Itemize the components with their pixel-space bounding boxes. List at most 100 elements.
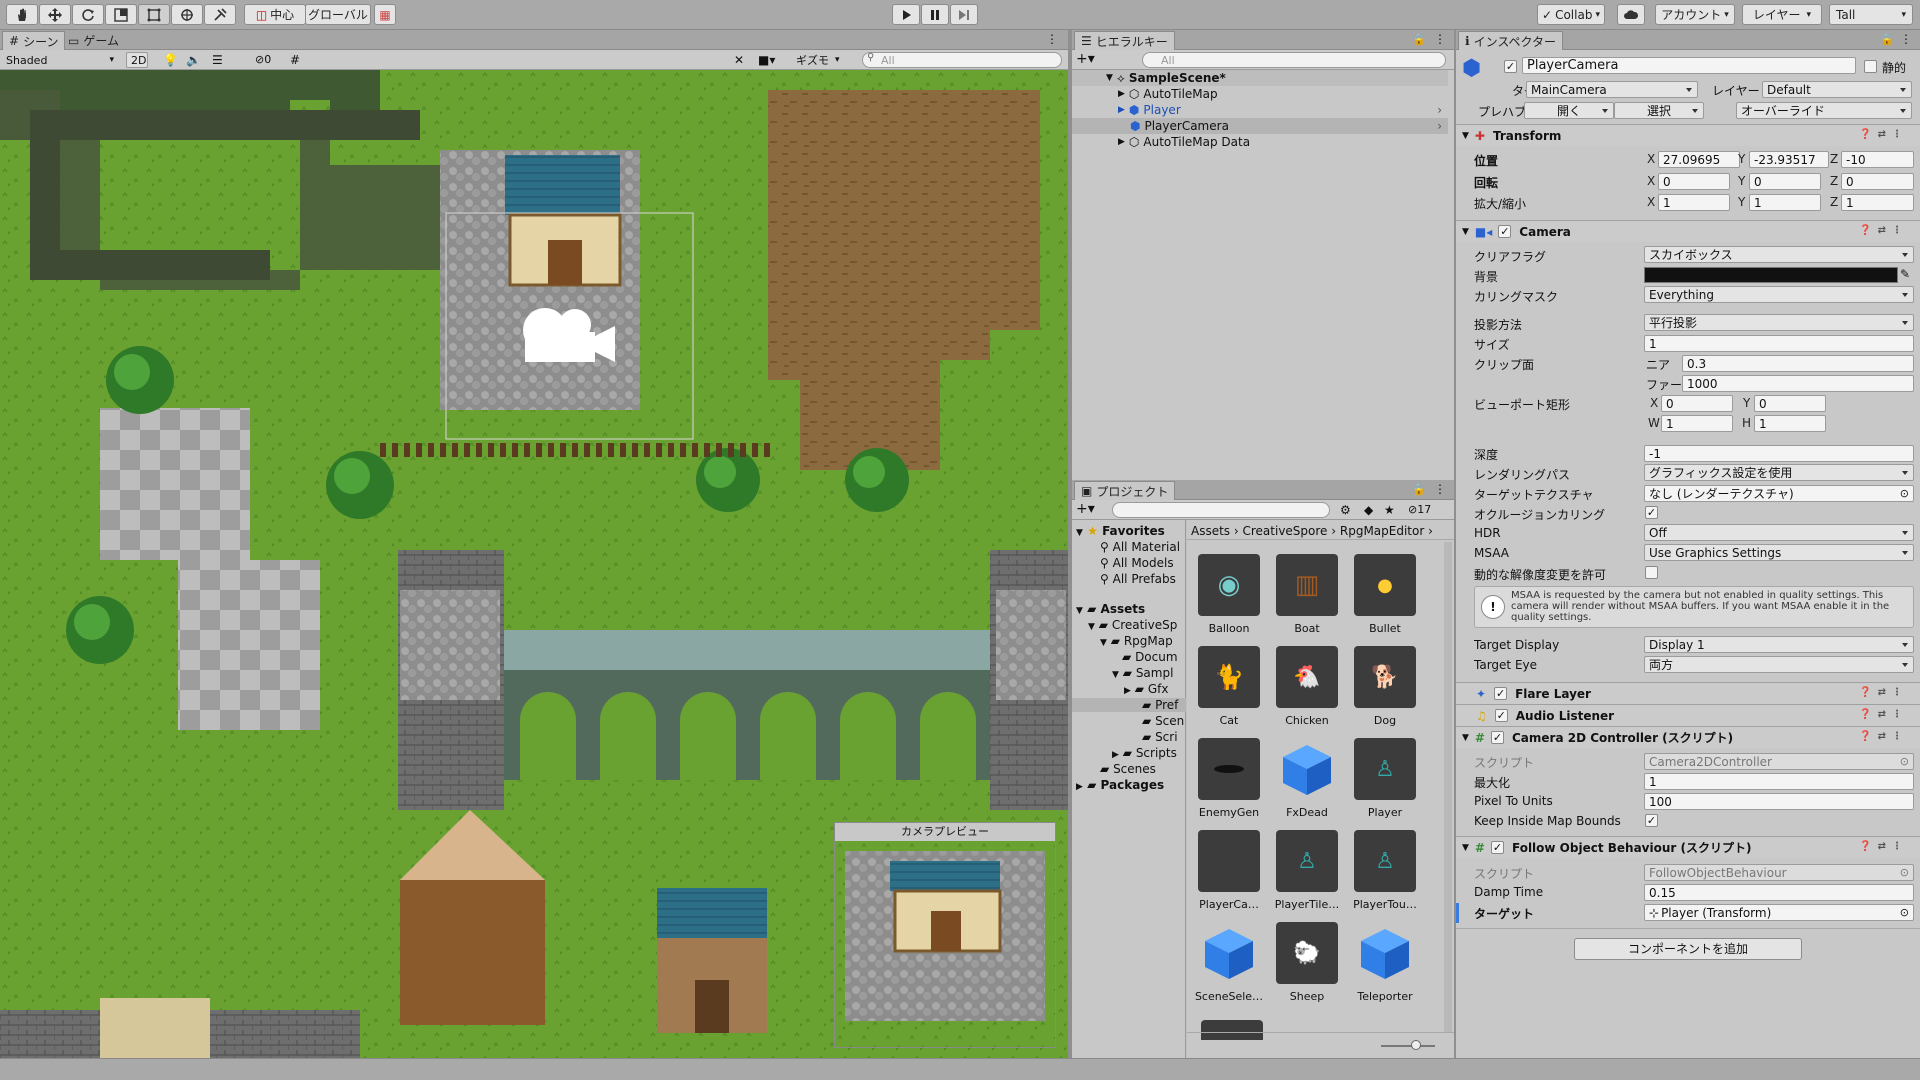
move-tool-icon[interactable] (39, 4, 71, 25)
folder-row-selected[interactable]: ▰ Pref (1072, 698, 1186, 712)
favorite-item[interactable]: ⚲ All Material (1100, 540, 1180, 554)
component-actions-icon[interactable]: ❓⇄⋮ (1859, 709, 1908, 720)
pixel-to-units-field[interactable]: 100 (1644, 793, 1914, 810)
eyedropper-icon[interactable]: ✎ (1900, 267, 1910, 281)
layers-dropdown[interactable]: レイヤー ▾ (1742, 4, 1822, 25)
size-field[interactable]: 1 (1644, 335, 1914, 352)
asset-item[interactable]: ♙ Player (1349, 738, 1421, 828)
prefab-select-button[interactable]: 選択 (1614, 102, 1704, 119)
audio-icon[interactable]: 🔈 (186, 53, 201, 67)
asset-scrollbar[interactable] (1444, 542, 1452, 1032)
asset-item[interactable]: PlayerCa… (1193, 830, 1265, 920)
rendering-path-dropdown[interactable]: グラフィックス設定を使用 (1644, 464, 1914, 481)
lock-icon[interactable]: 🔒 (1412, 483, 1426, 496)
tab-inspector[interactable]: ℹ インスペクター (1458, 31, 1564, 50)
viewport-h-field[interactable]: 1 (1754, 415, 1826, 432)
project-search-input[interactable] (1112, 502, 1330, 518)
favorite-item[interactable]: ⚲ All Models (1100, 556, 1174, 570)
asset-item[interactable]: 🐔 Chicken (1271, 646, 1343, 736)
audio-listener-header[interactable]: ♫ ✓ Audio Listener ❓⇄⋮ (1456, 704, 1920, 726)
viewport-x-field[interactable]: 0 (1661, 395, 1733, 412)
rotation-y-field[interactable]: 0 (1749, 173, 1821, 190)
slider-handle[interactable] (1411, 1040, 1421, 1050)
tab-scene[interactable]: # シーン (2, 31, 66, 50)
folder-row[interactable]: ▼ ▰ CreativeSp (1088, 618, 1177, 632)
collab-dropdown[interactable]: ✓ Collab ▾ (1537, 4, 1605, 25)
rotation-x-field[interactable]: 0 (1658, 173, 1730, 190)
position-x-field[interactable]: 27.09695 (1658, 151, 1740, 168)
active-checkbox[interactable]: ✓ (1504, 60, 1517, 73)
transform-tool-icon[interactable] (171, 4, 203, 25)
scene-search-input[interactable]: All (862, 52, 1062, 68)
grid-icon[interactable]: # (290, 53, 300, 67)
lighting-icon[interactable]: 💡 (163, 53, 178, 67)
object-picker-icon[interactable]: ⊙ (1900, 487, 1909, 500)
folder-row[interactable]: ▶ ▰ Gfx (1124, 682, 1168, 696)
viewport-y-field[interactable]: 0 (1754, 395, 1826, 412)
target-eye-dropdown[interactable]: 両方 (1644, 656, 1914, 673)
folder-row[interactable]: ▰ Scri (1142, 730, 1178, 744)
folder-row[interactable]: ▶ ▰ Scripts (1112, 746, 1177, 760)
account-dropdown[interactable]: アカウント ▾ (1655, 4, 1735, 25)
culling-mask-dropdown[interactable]: Everything (1644, 286, 1914, 303)
lock-icon[interactable]: 🔒 (1880, 33, 1894, 46)
layer-dropdown[interactable]: Default (1762, 81, 1912, 98)
filter-label-icon[interactable]: ◆ (1364, 503, 1373, 517)
scale-tool-icon[interactable] (105, 4, 137, 25)
position-y-field[interactable]: -23.93517 (1749, 151, 1829, 168)
project-menu-icon[interactable]: ⋮ (1434, 482, 1446, 496)
component-actions-icon[interactable]: ❓⇄⋮ (1859, 687, 1908, 698)
thumbnail-size-slider[interactable] (1381, 1045, 1435, 1047)
background-color-swatch[interactable] (1644, 267, 1898, 283)
asset-item[interactable]: ● Bullet (1349, 554, 1421, 644)
tab-game[interactable]: ▭ ゲーム (62, 31, 125, 50)
folder-row[interactable]: ▼ ▰ Sampl (1112, 666, 1173, 680)
hierarchy-search-input[interactable]: All (1142, 52, 1446, 68)
inspector-menu-icon[interactable]: ⋮ (1900, 32, 1912, 46)
asset-item[interactable]: EnemyGen (1193, 738, 1265, 828)
msaa-dropdown[interactable]: Use Graphics Settings (1644, 544, 1914, 561)
assets-root-row[interactable]: ▼ ▰ Assets (1076, 602, 1145, 616)
layout-dropdown[interactable]: Tall ▾ (1829, 4, 1913, 25)
hidden-objects-toggle[interactable]: ⊘0 (255, 53, 271, 66)
favorites-row[interactable]: ▼ ★ Favorites (1076, 524, 1165, 538)
hierarchy-item[interactable]: ▶ ⬡ AutoTileMap Data (1072, 134, 1448, 150)
scale-z-field[interactable]: 1 (1841, 194, 1914, 211)
object-name-input[interactable]: PlayerCamera (1522, 57, 1856, 74)
rotate-tool-icon[interactable] (72, 4, 104, 25)
target-field[interactable]: ⊹ Player (Transform) ⊙ (1644, 904, 1914, 921)
create-plus-icon[interactable]: +▾ (1076, 51, 1095, 67)
add-component-button[interactable]: コンポーネントを追加 (1574, 938, 1802, 960)
play-button[interactable] (892, 4, 920, 25)
scene-root-row[interactable]: ▼ ⟡ SampleScene* (1072, 70, 1448, 86)
create-plus-icon[interactable]: +▾ (1076, 501, 1095, 517)
projection-dropdown[interactable]: 平行投影 (1644, 314, 1914, 331)
camera2d-checkbox[interactable]: ✓ (1490, 731, 1504, 744)
scale-y-field[interactable]: 1 (1749, 194, 1821, 211)
camera-settings-icon[interactable]: ■▾ (758, 53, 775, 67)
component-actions-icon[interactable]: ❓⇄⋮ (1859, 129, 1908, 140)
packages-row[interactable]: ▶ ▰ Packages (1076, 778, 1164, 792)
transform-header[interactable]: ▼ ✚ Transform ❓⇄⋮ (1456, 124, 1920, 146)
asset-item[interactable]: 🐕 Dog (1349, 646, 1421, 736)
near-field[interactable]: 0.3 (1682, 355, 1914, 372)
follow-object-checkbox[interactable]: ✓ (1490, 841, 1504, 854)
position-z-field[interactable]: -10 (1841, 151, 1914, 168)
hidden-packages-toggle[interactable]: ⊘17 (1408, 503, 1431, 516)
pause-button[interactable] (921, 4, 949, 25)
filter-type-icon[interactable]: ⚙ (1340, 503, 1351, 517)
folder-row[interactable]: ▰ Scenes (1100, 762, 1156, 776)
mode-2d-toggle[interactable]: 2D (126, 52, 148, 68)
gizmos-dropdown[interactable]: ギズモ ▾ (792, 52, 850, 68)
flare-layer-header[interactable]: ✦ ✓ Flare Layer ❓⇄⋮ (1456, 682, 1920, 704)
camera-header[interactable]: ▼ ■◂ ✓ Camera ❓⇄⋮ (1456, 220, 1920, 242)
breadcrumb-item[interactable]: RpgMapEditor (1340, 524, 1424, 538)
asset-item[interactable]: 🐑 Sheep (1271, 922, 1343, 1012)
asset-item[interactable]: 🐈 Cat (1193, 646, 1265, 736)
depth-field[interactable]: -1 (1644, 445, 1914, 462)
component-actions-icon[interactable]: ❓⇄⋮ (1859, 731, 1908, 742)
asset-item[interactable]: Teleporter (1349, 922, 1421, 1012)
target-display-dropdown[interactable]: Display 1 (1644, 636, 1914, 653)
scene-menu-icon[interactable]: ⋮ (1046, 32, 1058, 46)
asset-item[interactable]: SceneSele… (1193, 922, 1265, 1012)
